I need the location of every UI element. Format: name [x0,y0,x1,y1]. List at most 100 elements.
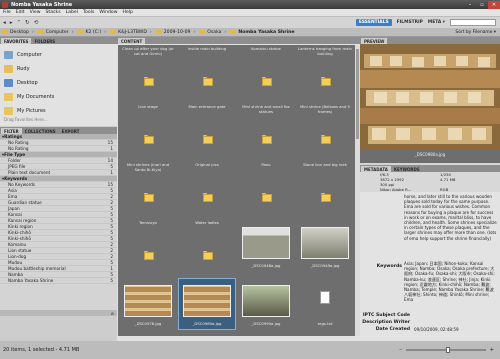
folder-item[interactable]: Lanterns hanging from main building [297,46,353,97]
workspace-filmstrip[interactable]: FILMSTRIP [397,20,423,25]
filter-label: Mudou [8,260,23,265]
file-item[interactable]: _DSC0948a.jpg [238,221,294,271]
folder-icon [2,30,8,34]
file-item[interactable]: _DSC0980a.jpg [178,278,236,330]
filter-pin-icon[interactable]: ⊘ [111,311,114,316]
filter-label: No Rating [8,140,29,145]
crumb-drive[interactable]: K2 (C:) › [77,30,106,35]
status-bar: 20 items, 1 selected - 4.71 MB – + [0,341,500,359]
menu-label[interactable]: Label [66,10,78,15]
go-up-icon[interactable]: ⌃ [17,20,22,26]
content-panel: CONTENT Clean up after your dog (or cat … [117,37,360,341]
folder-item[interactable]: Main entrance gate [179,104,235,155]
crumb-user[interactable]: K&J-L3TBWD › [110,30,152,35]
filter-label: Kinki-chihō [8,230,31,235]
filter-count: 5 [110,218,113,223]
folder-label: Main entrance gate [188,104,226,109]
breadcrumb: Desktop › Computer › K2 (C:) › K&J-L3TBWD › … [0,28,500,37]
status-text: 20 items, 1 selected - 4.71 MB [3,347,80,353]
toolbar: ◂ ▸ ⌃ ↻ ⟲ ESSENTIALS FILMSTRIP META ▾ [0,17,500,28]
folder-item[interactable]: Mini shrine (Bellows and 5 frames) [297,104,353,155]
zoom-in-icon[interactable]: + [490,347,494,353]
folder-icon [144,251,154,260]
folder-item[interactable]: Inside main building [179,46,235,97]
bridge-app-icon [2,1,8,8]
file-item[interactable]: ergs.txt [297,279,353,329]
tab-folders[interactable]: FOLDERS [31,38,58,44]
crumb-current[interactable]: Nomba Yasaka Shrine [230,30,295,35]
folder-label: Mini shrine and small fox statues [242,104,290,114]
maximize-icon[interactable]: ▫ [476,1,488,9]
close-icon[interactable]: ✕ [488,0,500,9]
folder-item[interactable]: Komainu statue [238,46,294,97]
sort-dropdown[interactable]: Sort by Filename ▾ [455,30,496,35]
folder-icon [144,135,154,144]
filter-count: 1 [110,266,113,271]
minimize-icon[interactable]: – [464,1,476,9]
rotate-icon[interactable]: ⟲ [34,20,39,26]
filter-row[interactable]: Namba Yasaka Shrine 5 [0,278,117,284]
folder-item[interactable]: Stone lion and big rock [297,162,353,213]
tab-export[interactable]: EXPORT [59,128,83,134]
user-folder-icon [4,65,13,73]
folder-icon [230,30,237,34]
folder-label: Mini shrines (Inari and Santo Bi-Kiyo) [126,162,170,172]
file-label: _DSC0949a.jpg [310,263,340,268]
workspace-essentials[interactable]: ESSENTIALS [355,19,392,26]
back-icon[interactable]: ◂ [3,20,6,26]
favorite-rudy[interactable]: Rudy [0,62,117,76]
folder-icon [144,193,154,202]
folder-item[interactable]: Original pics [179,162,235,213]
folder-item[interactable]: Water ladles [179,220,235,271]
folder-item[interactable]: Temizuya [120,220,176,271]
preview-caption: _DSC0980a.jpg [414,152,446,157]
folder-item[interactable]: Pano [238,162,294,213]
filter-label: Kinki-shihō [8,236,31,241]
favorite-my-documents[interactable]: My Documents [0,90,117,104]
tab-content[interactable]: CONTENT [118,38,146,44]
file-item[interactable]: _DSC0990a.jpg [238,279,294,329]
crumb-osaka[interactable]: Osaka › [199,30,226,35]
keywords-value[interactable]: Asia; Japan; 日本国; Nihon-koku; Kansai reg… [404,261,497,308]
crumb-computer[interactable]: Computer › [37,30,73,35]
description-value[interactable]: horse, and later still to the various wo… [404,194,497,260]
crumb-desktop[interactable]: Desktop › [2,30,34,35]
filter-count: 2 [110,194,113,199]
tab-collections[interactable]: COLLECTIONS [22,128,59,134]
text-file-icon [320,291,330,304]
refresh-icon[interactable]: ↻ [25,20,30,26]
scrollbar-thumb[interactable] [356,49,359,139]
right-panel: PREVIEW _DSC0980a.jpg METADATA KEYWORDS … [360,37,500,341]
filter-label: No Keywords [8,182,36,187]
folder-item[interactable]: Mini shrine and small fox statues [238,104,294,155]
menu-tools[interactable]: Tools [83,10,94,15]
favorite-desktop[interactable]: Desktop [0,76,117,90]
camera-value: Nikon Adobe R... [380,187,412,192]
filter-label: Japan [8,206,20,211]
forward-icon[interactable]: ▸ [10,20,13,26]
menu-view[interactable]: View [30,10,41,15]
workspace-meta[interactable]: META ▾ [428,20,445,25]
thumbnail-size-slider[interactable]: – + [399,347,494,353]
tab-favorites[interactable]: FAVORITES [1,38,32,44]
menu-file[interactable]: File [3,10,11,15]
search-input[interactable] [450,19,496,26]
menu-edit[interactable]: Edit [16,10,25,15]
crumb-date[interactable]: 2009-10-09 › [155,30,195,35]
slider-knob[interactable] [445,347,450,353]
menu-window[interactable]: Window [99,10,117,15]
date-created-value[interactable]: 09/10/2009, 02:48:59 [414,327,459,332]
favorite-my-pictures[interactable]: My Pictures [0,104,117,118]
zoom-out-icon[interactable]: – [399,347,402,353]
favorite-computer[interactable]: Computer [0,48,117,62]
folder-item[interactable]: Mini shrines (Inari and Santo Bi-Kiyo) [120,162,176,213]
folder-item[interactable]: Clean up after your dog (or cat and Giml… [120,46,176,97]
folder-item[interactable]: Lion stage [120,104,176,155]
filter-count: 15 [107,140,113,145]
folder-label: Pano [261,162,271,167]
menu-stacks[interactable]: Stacks [46,10,61,15]
file-item[interactable]: _DSC0949a.jpg [297,221,353,271]
preview-image[interactable] [360,44,500,150]
file-item[interactable]: _DSC0978.jpg [120,279,176,329]
menu-help[interactable]: Help [122,10,132,15]
